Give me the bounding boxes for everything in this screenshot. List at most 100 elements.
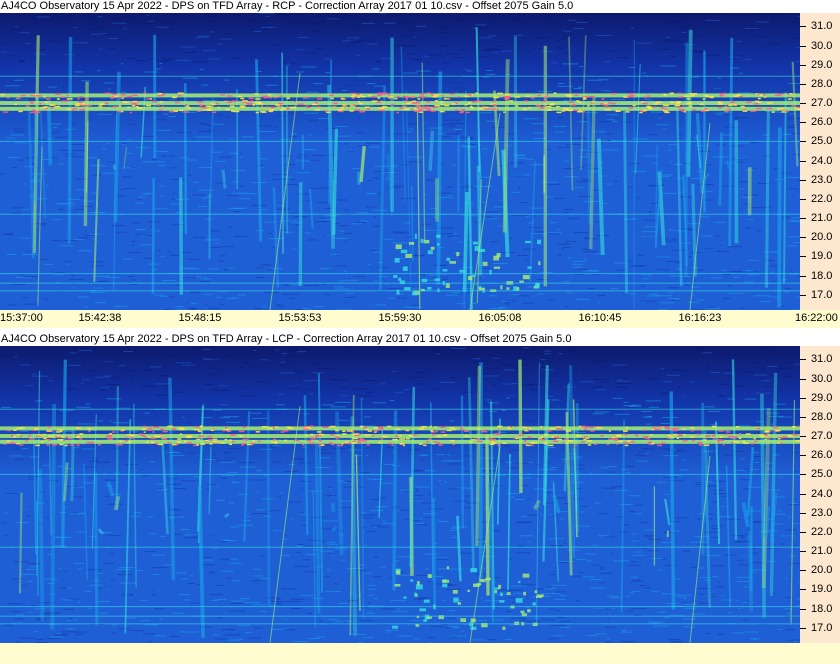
interference-speckle xyxy=(750,442,755,445)
interference-speckle xyxy=(47,439,52,441)
interference-speckle xyxy=(493,96,500,99)
frequency-tick xyxy=(800,160,806,162)
interference-speckle xyxy=(225,108,230,111)
interference-speckle xyxy=(596,426,603,429)
emission-patch xyxy=(537,239,542,245)
interference-speckle xyxy=(437,442,441,444)
interference-speckle xyxy=(464,430,469,433)
interference-speckle xyxy=(490,440,495,443)
burst-streak xyxy=(476,165,483,276)
interference-speckle xyxy=(117,110,122,113)
interference-speckle xyxy=(477,107,484,110)
interference-speckle xyxy=(55,93,60,95)
interference-speckle xyxy=(305,106,311,109)
interference-speckle xyxy=(417,98,421,100)
interference-speckle xyxy=(335,429,339,432)
interference-speckle xyxy=(424,96,427,98)
interference-speckle xyxy=(162,437,168,440)
interference-speckle xyxy=(535,104,542,107)
interference-speckle xyxy=(682,434,686,436)
interference-speckle xyxy=(676,106,681,109)
interference-speckle xyxy=(74,104,80,107)
interference-speckle xyxy=(623,441,628,444)
interference-speckle xyxy=(378,107,385,109)
interference-speckle xyxy=(497,92,503,95)
interference-speckle xyxy=(705,95,712,98)
interference-speckle xyxy=(270,106,275,109)
interference-speckle xyxy=(215,102,219,105)
interference-speckle xyxy=(266,106,269,108)
interference-speckle xyxy=(765,430,770,432)
interference-speckle xyxy=(423,444,427,447)
interference-speckle xyxy=(416,105,422,107)
interference-speckle xyxy=(14,103,18,106)
interference-speckle xyxy=(530,444,534,446)
interference-speckle xyxy=(686,97,691,100)
interference-speckle xyxy=(371,100,378,102)
emission-patch xyxy=(494,590,498,594)
interference-speckle xyxy=(136,107,143,109)
interference-speckle xyxy=(564,438,569,440)
interference-speckle xyxy=(131,437,135,439)
interference-speckle xyxy=(608,438,614,440)
interference-speckle xyxy=(565,94,572,96)
frequency-tick xyxy=(800,26,806,28)
burst-streak xyxy=(67,36,73,244)
emission-patch xyxy=(525,240,532,244)
burst-streak xyxy=(281,52,284,254)
emission-patch xyxy=(478,287,485,291)
interference-speckle xyxy=(539,107,545,109)
interference-speckle xyxy=(143,425,148,428)
interference-speckle xyxy=(197,110,201,112)
interference-speckle xyxy=(337,435,340,437)
interference-speckle xyxy=(3,111,9,113)
interference-speckle xyxy=(418,427,424,430)
interference-speckle xyxy=(436,435,442,438)
interference-speckle xyxy=(459,428,464,431)
interference-speckle xyxy=(540,425,543,428)
frequency-tick xyxy=(800,179,806,181)
interference-speckle xyxy=(318,440,322,442)
interference-speckle xyxy=(373,427,379,429)
emission-patch xyxy=(427,286,432,290)
frequency-tick-label: 25.0 xyxy=(811,135,833,148)
interference-speckle xyxy=(35,444,40,447)
interference-speckle xyxy=(261,426,268,428)
emission-patch xyxy=(520,610,525,614)
rcp-frequency-axis: 31.0 30.0 29.0 28.0 27.0 26.0 25.0 24.0 23.0 22.0… xyxy=(800,13,840,310)
interference-speckle xyxy=(207,435,213,438)
interference-speckle xyxy=(677,434,684,437)
frequency-tick xyxy=(800,397,806,399)
interference-speckle xyxy=(736,94,741,96)
interference-speckle xyxy=(402,444,406,447)
interference-speckle xyxy=(220,94,225,96)
frequency-tick-label: 28.0 xyxy=(811,77,833,90)
interference-speckle xyxy=(187,107,191,109)
interference-speckle xyxy=(55,436,61,439)
interference-speckle xyxy=(543,105,548,107)
interference-speckle xyxy=(507,95,511,98)
interference-speckle xyxy=(311,103,318,106)
emission-patch xyxy=(536,595,543,598)
interference-speckle xyxy=(210,429,215,432)
interference-speckle xyxy=(565,109,569,111)
interference-speckle xyxy=(59,430,63,433)
interference-speckle xyxy=(527,436,532,438)
interference-speckle xyxy=(377,426,384,429)
interference-speckle xyxy=(704,108,709,110)
interference-speckle xyxy=(107,438,114,440)
emission-patch xyxy=(452,589,458,594)
interference-speckle xyxy=(464,95,469,97)
emission-patch xyxy=(414,592,417,597)
interference-speckle xyxy=(49,103,53,106)
emission-patch xyxy=(470,626,477,630)
interference-speckle xyxy=(319,433,325,436)
emission-patch xyxy=(430,246,435,250)
interference-speckle xyxy=(405,97,409,100)
interference-speckle xyxy=(509,100,514,102)
interference-speckle xyxy=(252,440,255,442)
emission-patch xyxy=(493,255,500,261)
interference-speckle xyxy=(367,430,372,432)
time-tick-label: 15:53:53 xyxy=(278,312,322,324)
interference-speckle xyxy=(503,96,508,98)
